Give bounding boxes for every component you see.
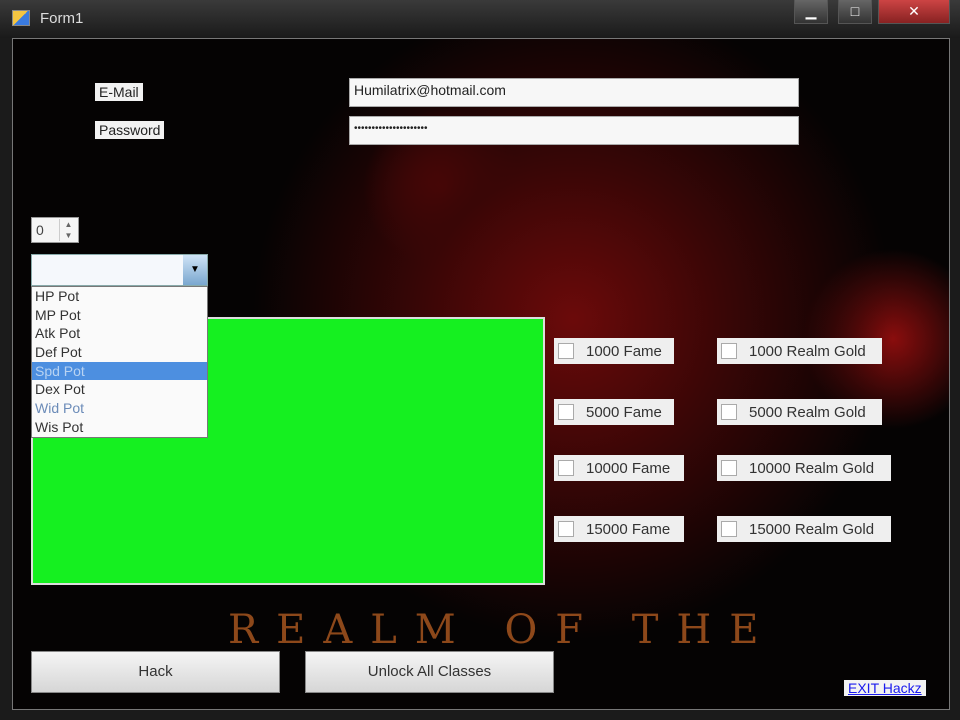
- checkbox-label: 15000 Realm Gold: [749, 520, 875, 538]
- password-label: Password: [95, 121, 165, 139]
- fame-1000-checkbox[interactable]: 1000 Fame: [554, 338, 674, 364]
- hack-button[interactable]: Hack: [31, 651, 280, 693]
- checkbox-box[interactable]: [721, 343, 737, 359]
- potion-combobox[interactable]: ▼: [31, 254, 208, 286]
- title-bar: Form1 ▁ □ ✕: [0, 0, 960, 38]
- checkbox-box[interactable]: [558, 521, 574, 537]
- list-item-selected[interactable]: Spd Pot: [32, 361, 207, 381]
- list-item[interactable]: MP Pot: [32, 306, 207, 325]
- checkbox-label: 15000 Fame: [586, 520, 671, 538]
- window-title: Form1: [40, 10, 84, 27]
- list-item[interactable]: Atk Pot: [32, 324, 207, 343]
- minimize-button[interactable]: ▁: [794, 0, 828, 24]
- close-button[interactable]: ✕: [878, 0, 950, 24]
- list-item[interactable]: Wis Pot: [32, 418, 207, 437]
- checkbox-box[interactable]: [558, 404, 574, 420]
- exit-link[interactable]: EXIT Hackz: [844, 680, 926, 696]
- checkbox-box[interactable]: [721, 521, 737, 537]
- quantity-value: 0: [36, 222, 44, 238]
- maximize-button[interactable]: □: [838, 0, 872, 24]
- checkbox-label: 5000 Realm Gold: [749, 403, 866, 421]
- checkbox-label: 5000 Fame: [586, 403, 662, 421]
- gold-10000-checkbox[interactable]: 10000 Realm Gold: [717, 455, 891, 481]
- checkbox-label: 10000 Fame: [586, 459, 671, 477]
- list-item[interactable]: Def Pot: [32, 343, 207, 362]
- gold-1000-checkbox[interactable]: 1000 Realm Gold: [717, 338, 882, 364]
- password-input[interactable]: •••••••••••••••••••••: [349, 116, 799, 145]
- fame-5000-checkbox[interactable]: 5000 Fame: [554, 399, 674, 425]
- form-client-area: REALM OF THE E-Mail Password Humilatrix@…: [12, 38, 950, 710]
- email-label: E-Mail: [95, 83, 143, 101]
- list-item[interactable]: HP Pot: [32, 287, 207, 306]
- potion-dropdown-list[interactable]: HP Pot MP Pot Atk Pot Def Pot Spd Pot De…: [31, 286, 208, 438]
- checkbox-label: 10000 Realm Gold: [749, 459, 875, 477]
- fame-10000-checkbox[interactable]: 10000 Fame: [554, 455, 684, 481]
- checkbox-box[interactable]: [721, 460, 737, 476]
- unlock-all-classes-button[interactable]: Unlock All Classes: [305, 651, 554, 693]
- email-input[interactable]: Humilatrix@hotmail.com: [349, 78, 799, 107]
- gold-15000-checkbox[interactable]: 15000 Realm Gold: [717, 516, 891, 542]
- quantity-stepper[interactable]: 0 ▲ ▼: [31, 217, 79, 243]
- checkbox-label: 1000 Realm Gold: [749, 342, 866, 360]
- spin-arrows-icon[interactable]: ▲ ▼: [59, 219, 77, 241]
- app-icon: [12, 10, 30, 26]
- checkbox-box[interactable]: [721, 404, 737, 420]
- checkbox-box[interactable]: [558, 343, 574, 359]
- background-logo-text: REALM OF THE: [228, 607, 777, 653]
- fame-15000-checkbox[interactable]: 15000 Fame: [554, 516, 684, 542]
- list-item[interactable]: Dex Pot: [32, 380, 207, 399]
- checkbox-box[interactable]: [558, 460, 574, 476]
- gold-5000-checkbox[interactable]: 5000 Realm Gold: [717, 399, 882, 425]
- chevron-down-icon[interactable]: ▼: [183, 255, 207, 285]
- checkbox-label: 1000 Fame: [586, 342, 662, 360]
- list-item[interactable]: Wid Pot: [32, 399, 207, 418]
